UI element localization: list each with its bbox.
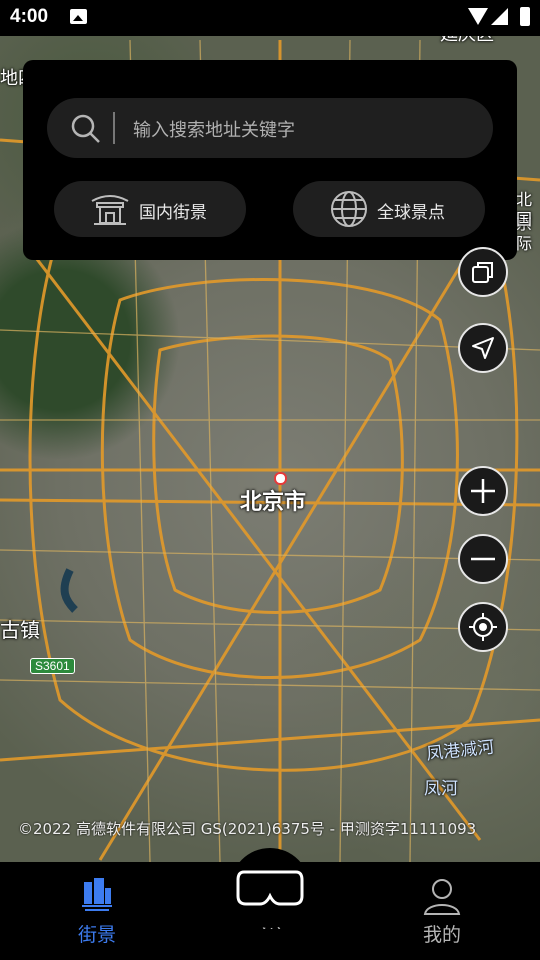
tab-mine[interactable]: 我的 — [382, 862, 502, 960]
vr-headset-icon — [236, 870, 304, 906]
signal-icon — [491, 8, 508, 25]
status-bar: 4:00 — [0, 0, 540, 36]
domestic-streetview-button[interactable]: 国内街景 — [54, 181, 246, 237]
locate-button[interactable] — [458, 602, 508, 652]
tab-street[interactable]: 街景 — [37, 862, 157, 960]
buildings-icon — [82, 878, 112, 911]
map-city-label: 北京市 — [240, 490, 307, 515]
globe-icon — [331, 191, 367, 227]
user-icon — [423, 879, 461, 915]
navigate-icon — [472, 337, 494, 359]
map-label-left-town: 古镇 — [0, 618, 40, 642]
search-input[interactable]: 输入搜索地址关键字 — [47, 98, 493, 158]
navigate-button[interactable] — [458, 323, 508, 373]
layers-button[interactable] — [458, 247, 508, 297]
road-sign: S3601 — [30, 658, 75, 674]
temple-icon — [91, 195, 129, 225]
map-label-river-2: 凤河 — [424, 779, 458, 799]
zoom-out-button[interactable] — [458, 534, 508, 584]
zoom-out-icon — [471, 557, 495, 561]
search-panel: 输入搜索地址关键字 国内街景 全球景点 — [23, 60, 517, 260]
layers-icon — [472, 262, 493, 283]
tab-street-label: 街景 — [77, 924, 116, 946]
map-label-top-right-2: 国际 — [516, 210, 533, 253]
search-cursor — [113, 112, 115, 144]
domestic-streetview-label: 国内街景 — [139, 203, 207, 223]
global-attractions-button[interactable]: 全球景点 — [293, 181, 485, 237]
vr-button[interactable] — [230, 848, 310, 928]
status-time: 4:00 — [10, 6, 49, 27]
map-copyright: ©2022 高德软件有限公司 GS(2021)6375号 - 甲测资字11111… — [18, 820, 477, 838]
wifi-icon — [468, 8, 488, 25]
battery-icon — [520, 7, 530, 26]
gallery-icon — [70, 9, 87, 24]
search-placeholder: 输入搜索地址关键字 — [133, 120, 295, 141]
locate-icon — [469, 613, 497, 641]
tab-mine-label: 我的 — [422, 924, 461, 946]
zoom-in-button[interactable] — [458, 466, 508, 516]
search-icon — [71, 114, 100, 143]
zoom-in-icon — [471, 479, 495, 503]
global-attractions-label: 全球景点 — [377, 203, 445, 223]
